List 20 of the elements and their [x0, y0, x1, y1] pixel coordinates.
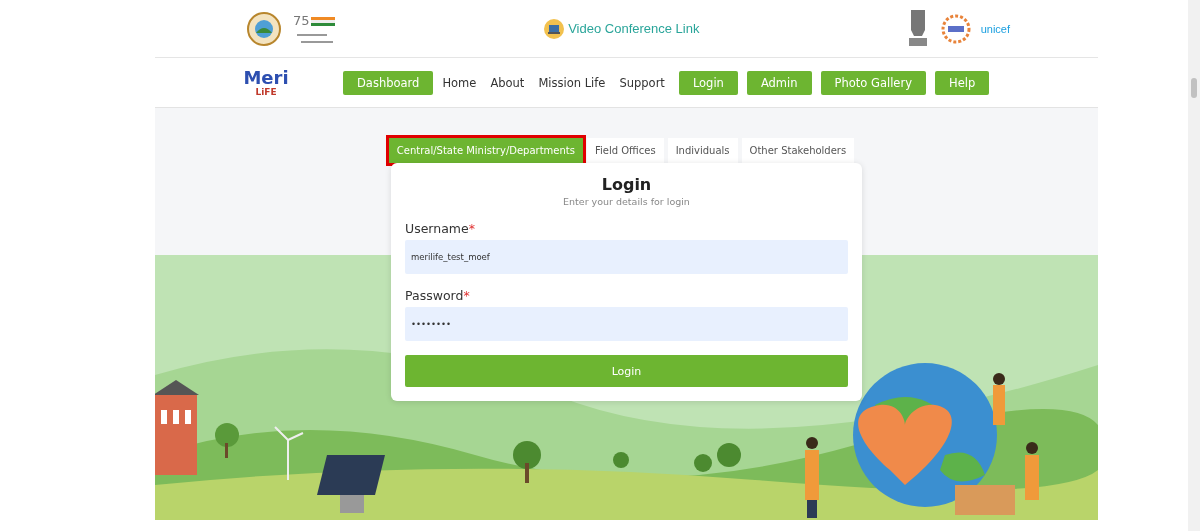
scrollbar[interactable] [1188, 0, 1200, 531]
laptop-icon [544, 18, 565, 39]
partner-logo-text: unicef [980, 22, 1010, 35]
field-label: Password* [405, 288, 471, 303]
field-label: Username* [405, 221, 476, 236]
login-subtitle: Enter your details for login [562, 196, 691, 207]
logo-subtitle: LiFE [255, 86, 277, 97]
tab[interactable]: Field Offices [587, 138, 664, 163]
tab[interactable]: Individuals [667, 138, 738, 163]
tab[interactable]: Other Stakeholders [741, 138, 855, 163]
login-title: Login [600, 175, 653, 194]
nav-link[interactable]: Support [619, 70, 665, 95]
nav-link[interactable]: About [490, 70, 525, 95]
emblem-logo-icon [247, 10, 281, 47]
nav-link[interactable]: Home [442, 70, 477, 95]
logo-title: Meri [243, 68, 289, 87]
input-field[interactable]: merilife_test_moef [405, 240, 848, 274]
input-field[interactable]: •••••••• [405, 307, 848, 341]
circular-logo-icon [940, 13, 971, 44]
nav-link[interactable]: Mission Life [538, 70, 606, 95]
